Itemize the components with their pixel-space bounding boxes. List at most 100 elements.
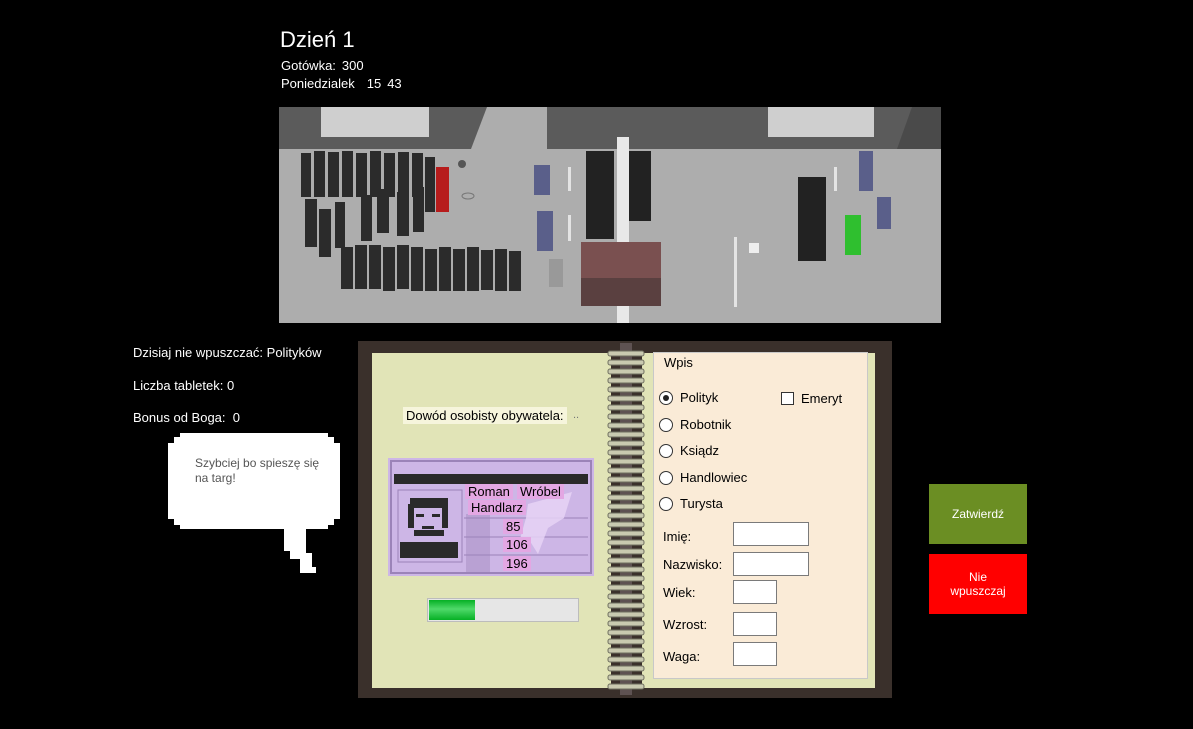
radio-circle[interactable]	[659, 417, 673, 432]
first-name-label: Imię:	[663, 529, 692, 544]
confirm-button[interactable]: Zatwierdź	[929, 484, 1027, 544]
spiral-ring	[607, 656, 645, 663]
last-name-input[interactable]	[733, 552, 809, 576]
reject-button[interactable]: Nie wpuszczaj	[929, 554, 1027, 614]
spiral-ring	[607, 557, 645, 564]
age-input[interactable]	[733, 580, 777, 604]
date-row: Poniedzialek 15 43	[281, 76, 402, 91]
spiral-ring	[607, 413, 645, 420]
inspection-desk	[581, 242, 661, 278]
spiral-ring	[607, 638, 645, 645]
document-dots: ..	[573, 409, 580, 421]
cash-row: Gotówka: 300	[281, 58, 364, 73]
spiral-ring	[607, 485, 645, 492]
checkbox-emeryt[interactable]: Emeryt	[781, 391, 842, 406]
radio-circle[interactable]	[659, 496, 673, 511]
checkbox-label: Emeryt	[801, 391, 843, 406]
spiral-ring	[607, 530, 645, 537]
spiral-ring	[607, 548, 645, 555]
wall-right	[547, 107, 941, 149]
id-profession: Handlarz	[468, 500, 527, 515]
id-weight: 196	[503, 556, 531, 571]
id-height: 106	[503, 537, 531, 552]
window-left	[321, 107, 429, 137]
spiral-ring	[607, 521, 645, 528]
pills-row: Liczba tabletek: 0	[133, 378, 234, 393]
spiral-ring	[607, 368, 645, 375]
spiral-ring	[607, 494, 645, 501]
spiral-ring	[607, 539, 645, 546]
spiral-ring	[607, 584, 645, 591]
clock-minute: 43	[387, 76, 402, 91]
progress-bar	[427, 598, 579, 622]
radio-handlowiec[interactable]: Handlowiec	[659, 470, 747, 485]
spiral-ring	[607, 665, 645, 672]
window-right	[768, 107, 874, 137]
radio-ksiadz[interactable]: Ksiądz	[659, 443, 719, 458]
id-card[interactable]	[388, 458, 594, 576]
spiral-ring	[607, 386, 645, 393]
id-last-name: Wróbel	[517, 484, 564, 499]
daily-rule: Dzisiaj nie wpuszczać: Polityków	[133, 345, 322, 360]
height-input[interactable]	[733, 612, 777, 636]
last-name-label: Nazwisko:	[663, 557, 723, 572]
spiral-ring	[607, 566, 645, 573]
spiral-ring	[607, 575, 645, 582]
bonus-label: Bonus od Boga:	[133, 410, 226, 425]
radio-robotnik[interactable]: Robotnik	[659, 417, 731, 432]
spiral-ring	[607, 440, 645, 447]
bonus-value: 0	[232, 410, 240, 425]
day-title: Dzień 1	[280, 27, 355, 52]
weight-input[interactable]	[733, 642, 777, 666]
radio-label: Turysta	[680, 496, 723, 511]
person-red	[436, 167, 449, 212]
spiral-ring	[607, 476, 645, 483]
spiral-ring	[607, 395, 645, 402]
spiral-ring	[607, 422, 645, 429]
pills-label: Liczba tabletek:	[133, 378, 224, 393]
radio-label: Handlowiec	[680, 470, 748, 485]
spiral-ring	[607, 404, 645, 411]
document-label: Dowód osobisty obywatela:	[403, 407, 567, 424]
spiral-ring	[607, 467, 645, 474]
entry-group-title: Wpis	[662, 355, 695, 370]
height-label: Wzrost:	[663, 617, 708, 632]
spiral-ring	[607, 602, 645, 609]
cash-label: Gotówka:	[281, 58, 336, 73]
radio-label: Robotnik	[680, 417, 732, 432]
spiral-ring	[607, 674, 645, 681]
spiral-ring	[607, 449, 645, 456]
spiral-ring	[607, 629, 645, 636]
id-first-name: Roman	[465, 484, 513, 499]
age-label: Wiek:	[663, 585, 696, 600]
pills-value: 0	[226, 378, 235, 393]
progress-fill	[429, 600, 475, 620]
checkbox-box[interactable]	[781, 392, 794, 405]
reject-button-label: Nie wpuszczaj	[950, 570, 1006, 598]
notebook-spiral	[607, 343, 645, 695]
radio-turysta[interactable]: Turysta	[659, 496, 723, 511]
spiral-ring	[607, 359, 645, 366]
spiral-ring	[607, 503, 645, 510]
spiral-ring	[607, 350, 645, 357]
speech-text: Szybciej bo spieszę się na targ!	[195, 456, 320, 485]
first-name-input[interactable]	[733, 522, 809, 546]
weight-label: Waga:	[663, 649, 701, 664]
radio-circle[interactable]	[659, 390, 673, 405]
spiral-ring	[607, 593, 645, 600]
spiral-ring	[607, 377, 645, 384]
cash-value: 300	[341, 58, 364, 73]
person-green	[845, 215, 861, 255]
spiral-ring	[607, 611, 645, 618]
radio-circle[interactable]	[659, 470, 673, 485]
checkpoint-scene	[279, 107, 941, 323]
spiral-ring	[607, 431, 645, 438]
radio-circle[interactable]	[659, 443, 673, 458]
speech-bubble	[168, 433, 340, 573]
spiral-ring	[607, 647, 645, 654]
spiral-ring	[607, 512, 645, 519]
id-age: 85	[503, 519, 524, 534]
weekday-label: Poniedzialek	[281, 76, 355, 91]
radio-polityk[interactable]: Polityk	[659, 390, 718, 405]
spiral-ring	[607, 683, 645, 690]
